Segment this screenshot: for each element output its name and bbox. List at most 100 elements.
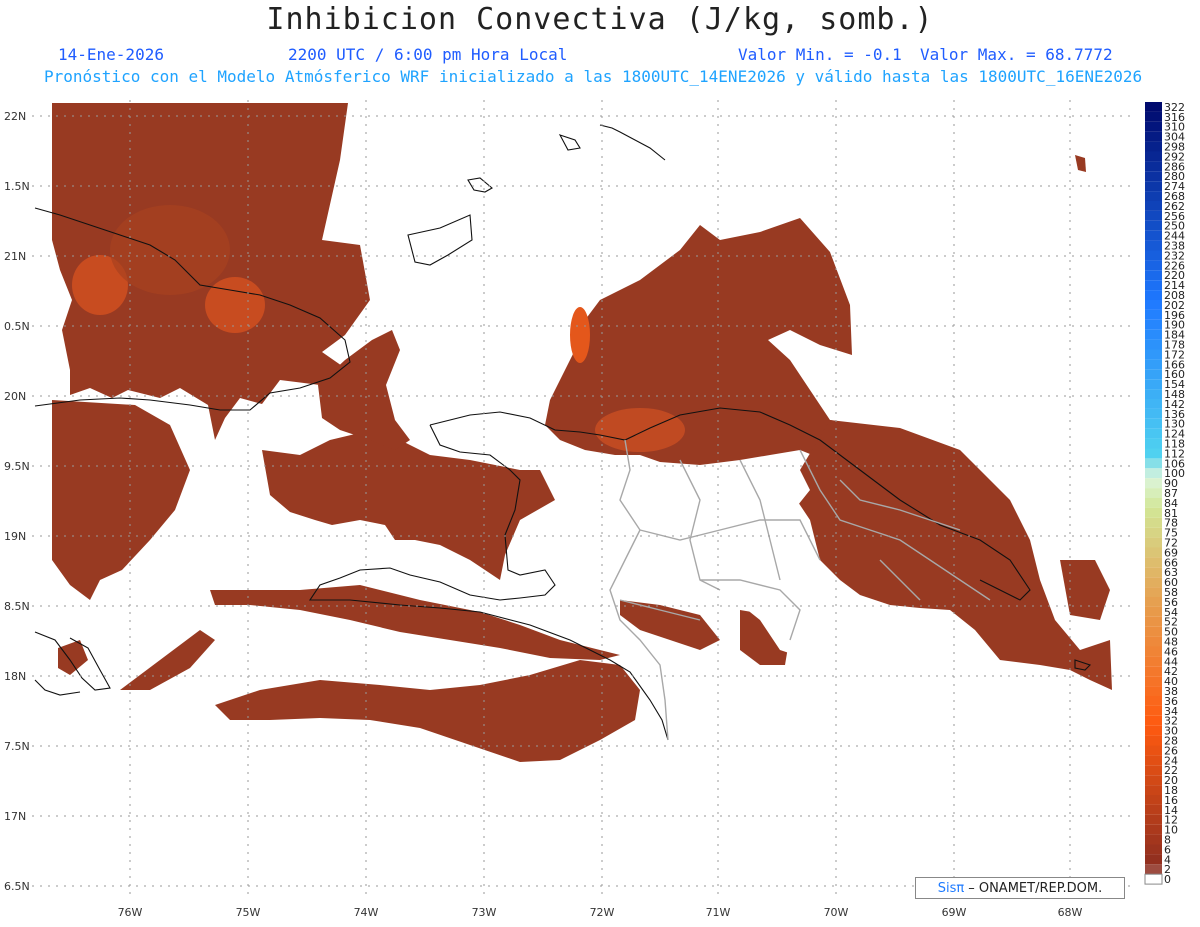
colorbar-swatch: [1145, 567, 1162, 578]
colorbar-swatch: [1145, 102, 1162, 112]
colorbar-swatch: [1145, 785, 1162, 795]
colorbar-swatch: [1145, 389, 1162, 399]
colorbar-swatch: [1145, 725, 1162, 736]
colorbar-swatch: [1145, 250, 1162, 261]
colorbar-swatch: [1145, 715, 1162, 726]
colorbar-swatch: [1145, 775, 1162, 786]
colorbar-swatch: [1145, 111, 1162, 122]
colorbar-swatch: [1145, 230, 1162, 241]
colorbar-swatch: [1145, 696, 1162, 706]
lon-label: 69W: [942, 906, 967, 919]
colorbar-swatch: [1145, 161, 1162, 172]
colorbar-swatch: [1145, 220, 1162, 231]
colorbar-swatch: [1145, 676, 1162, 687]
colorbar-swatch: [1145, 577, 1162, 588]
colorbar-swatch: [1145, 181, 1162, 192]
colorbar-swatch: [1145, 864, 1162, 875]
lat-labels: 22N 1.5N 21N 0.5N 20N 9.5N 19N 8.5N 18N …: [4, 110, 30, 893]
colorbar-swatch: [1145, 626, 1162, 637]
cin-hot-patch-3: [595, 408, 685, 452]
colorbar-swatch: [1145, 686, 1162, 696]
colorbar-swatch: [1145, 597, 1162, 607]
lat-label: 8.5N: [4, 600, 30, 613]
colorbar-swatch: [1145, 438, 1162, 449]
colorbar-swatch: [1145, 399, 1162, 409]
colorbar-swatch: [1145, 616, 1162, 627]
lon-label: 76W: [118, 906, 143, 919]
colorbar-swatch: [1145, 191, 1162, 201]
org-label: – ONAMET/REP.DOM.: [968, 880, 1103, 896]
footer-credit: Sisπ – ONAMET/REP.DOM.: [915, 877, 1125, 899]
colorbar-swatch: [1145, 171, 1162, 182]
colorbar-swatch: [1145, 636, 1162, 647]
lat-label: 17N: [4, 810, 26, 823]
lat-label: 19N: [4, 530, 26, 543]
lat-label: 21N: [4, 250, 26, 263]
colorbar-swatch: [1145, 131, 1162, 142]
lat-label: 7.5N: [4, 740, 30, 753]
colorbar-swatch: [1145, 408, 1162, 419]
colorbar-swatch: [1145, 319, 1162, 330]
sis-logo-text: Sisπ: [937, 880, 965, 896]
colorbar-swatch: [1145, 418, 1162, 429]
cin-hot-patch-4: [570, 307, 590, 363]
colorbar-swatch: [1145, 210, 1162, 221]
colorbar-swatch: [1145, 201, 1162, 211]
colorbar-swatch: [1145, 666, 1162, 677]
colorbar-swatch: [1145, 606, 1162, 617]
colorbar-swatch: [1145, 478, 1162, 489]
lat-label: 6.5N: [4, 880, 30, 893]
colorbar-swatch: [1145, 270, 1162, 281]
colorbar-swatch: [1145, 547, 1162, 558]
lat-label: 18N: [4, 670, 26, 683]
colorbar-swatch: [1145, 290, 1162, 300]
colorbar-swatch: [1145, 517, 1162, 528]
lat-label: 0.5N: [4, 320, 30, 333]
colorbar-swatch: [1145, 468, 1162, 479]
colorbar-swatch: [1145, 765, 1162, 776]
colorbar-swatch: [1145, 121, 1162, 132]
map-canvas: 22N 1.5N 21N 0.5N 20N 9.5N 19N 8.5N 18N …: [4, 100, 1185, 919]
colorbar-swatch: [1145, 300, 1162, 310]
colorbar-swatch: [1145, 537, 1162, 548]
colorbar-swatch: [1145, 141, 1162, 152]
colorbar-swatch: [1145, 448, 1162, 459]
colorbar-swatch: [1145, 795, 1162, 805]
lon-label: 73W: [472, 906, 497, 919]
colorbar-swatch: [1145, 527, 1162, 538]
colorbar-swatch: [1145, 507, 1162, 518]
colorbar-swatch: [1144, 873, 1163, 885]
colorbar-swatch: [1145, 240, 1162, 251]
colorbar-swatch: [1145, 814, 1162, 825]
colorbar-swatch: [1145, 587, 1162, 597]
lon-label: 71W: [706, 906, 731, 919]
lat-label: 20N: [4, 390, 26, 403]
colorbar-swatch: [1145, 458, 1162, 469]
lat-label: 22N: [4, 110, 26, 123]
colorbar-swatch: [1145, 349, 1162, 360]
colorbar-swatch: [1145, 359, 1162, 370]
cin-hot-patch-5: [110, 205, 230, 295]
colorbar-label: 0: [1164, 873, 1171, 886]
colorbar-swatch: [1145, 735, 1162, 746]
lon-label: 75W: [236, 906, 261, 919]
colorbar-swatch: [1145, 844, 1162, 855]
colorbar-swatch: [1145, 646, 1162, 657]
colorbar-swatch: [1145, 804, 1162, 815]
lat-label: 1.5N: [4, 180, 30, 193]
lon-label: 72W: [590, 906, 615, 919]
colorbar-swatch: [1145, 369, 1162, 380]
colorbar-swatch: [1145, 379, 1162, 390]
colorbar-swatch: [1145, 280, 1162, 291]
lon-label: 70W: [824, 906, 849, 919]
colorbar-swatch: [1145, 260, 1162, 271]
colorbar-swatch: [1145, 745, 1162, 756]
colorbar-swatch: [1145, 824, 1162, 835]
lat-label: 9.5N: [4, 460, 30, 473]
colorbar-swatch: [1145, 151, 1162, 162]
colorbar-swatch: [1145, 656, 1162, 667]
colorbar-swatch: [1145, 854, 1162, 865]
lon-label: 74W: [354, 906, 379, 919]
colorbar-swatch: [1145, 329, 1162, 340]
colorbar-swatch: [1145, 339, 1162, 350]
